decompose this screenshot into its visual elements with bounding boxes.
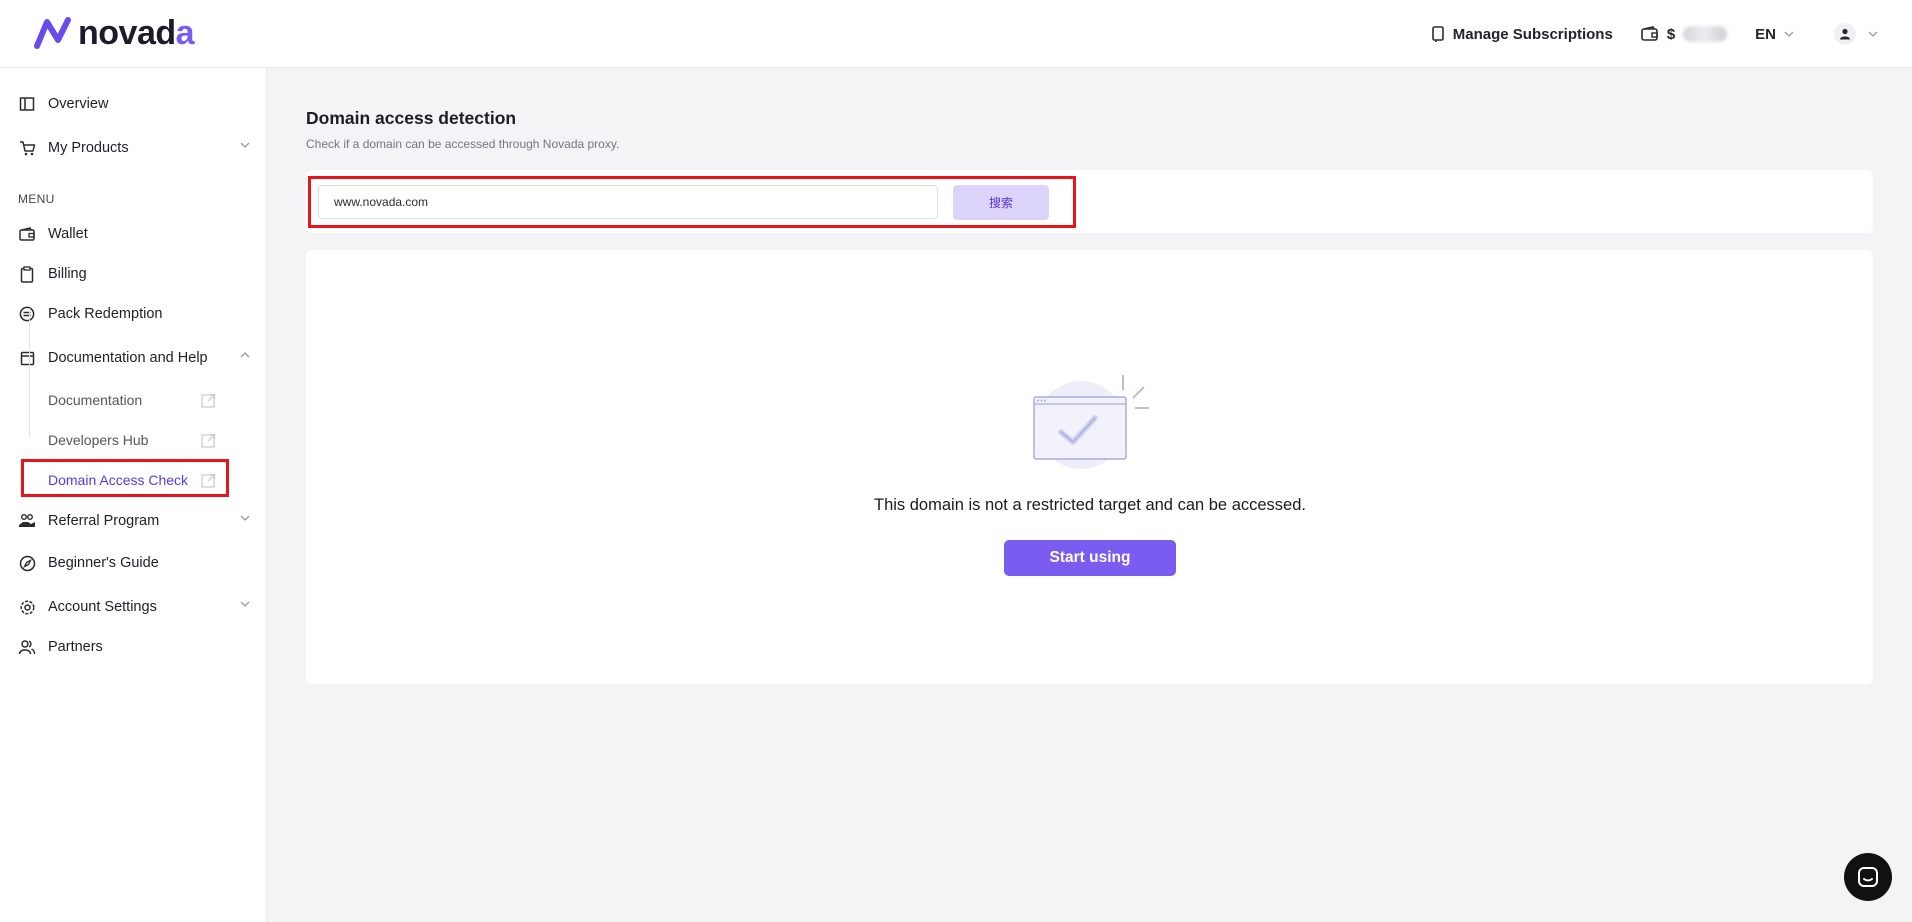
blurred-balance <box>1683 26 1728 42</box>
novada-logo[interactable]: novada <box>34 14 195 52</box>
sidebar: Overview My Products MENU Wallet Billing… <box>0 68 267 922</box>
sidebar-item-pack-redemption[interactable]: Pack Redemption <box>18 299 250 329</box>
wallet-balance[interactable]: $ <box>1641 25 1728 43</box>
chevron-down-icon <box>240 601 250 607</box>
external-link-icon <box>201 393 216 408</box>
browser-checkmark-illustration <box>1033 375 1149 469</box>
external-link-icon <box>201 433 216 448</box>
user-icon <box>1840 28 1850 40</box>
cart-icon <box>19 141 35 156</box>
clipboard-icon <box>20 265 34 283</box>
sidebar-item-overview[interactable]: Overview <box>18 89 250 119</box>
page-subtitle: Check if a domain can be accessed throug… <box>306 137 620 151</box>
search-bar-highlight <box>308 176 1076 228</box>
domain-access-check-highlight <box>21 459 229 497</box>
page-title: Domain access detection <box>306 108 517 128</box>
sidebar-item-partners[interactable]: Partners <box>18 632 250 662</box>
avatar <box>1834 23 1856 45</box>
manage-subscriptions-link[interactable]: Manage Subscriptions <box>1431 26 1613 43</box>
archive-icon <box>20 351 34 365</box>
chevron-up-icon <box>240 352 250 358</box>
chevron-down-icon <box>240 142 250 148</box>
users-icon <box>18 640 36 655</box>
logo-text: novada <box>78 14 195 52</box>
wallet-icon <box>1641 26 1658 41</box>
exchange-icon <box>19 306 35 322</box>
chevron-down-icon <box>1784 31 1794 37</box>
sidebar-item-my-products[interactable]: My Products <box>18 133 250 163</box>
top-header: novada Manage Subscriptions $ EN <box>0 0 1912 68</box>
chevron-down-icon <box>240 515 250 521</box>
chat-icon <box>1858 867 1878 887</box>
subscription-book-icon <box>1431 26 1444 42</box>
result-message: This domain is not a restricted target a… <box>874 496 1306 514</box>
sidebar-item-beginners-guide[interactable]: Beginner's Guide <box>18 548 250 578</box>
wallet-icon <box>18 226 35 241</box>
submenu-divider <box>29 308 30 438</box>
language-selector[interactable]: EN <box>1755 26 1794 43</box>
novada-logo-icon <box>34 17 71 49</box>
layout-icon <box>19 97 35 111</box>
handshake-icon <box>19 514 35 527</box>
user-menu[interactable] <box>1834 23 1878 45</box>
currency-symbol: $ <box>1666 25 1676 43</box>
sidebar-item-billing[interactable]: Billing <box>18 259 250 289</box>
menu-section-label: MENU <box>18 192 55 206</box>
sidebar-item-account-settings[interactable]: Account Settings <box>18 592 250 622</box>
sidebar-item-developers-hub[interactable]: Developers Hub <box>48 426 216 454</box>
sidebar-item-documentation[interactable]: Documentation <box>48 386 216 414</box>
compass-icon <box>19 555 35 571</box>
chevron-down-icon <box>1868 31 1878 37</box>
chat-support-button[interactable] <box>1844 853 1892 901</box>
sidebar-item-documentation-and-help[interactable]: Documentation and Help <box>18 343 250 373</box>
gear-icon <box>19 599 35 615</box>
start-using-button[interactable]: Start using <box>1004 540 1176 576</box>
sidebar-item-wallet[interactable]: Wallet <box>18 219 250 249</box>
